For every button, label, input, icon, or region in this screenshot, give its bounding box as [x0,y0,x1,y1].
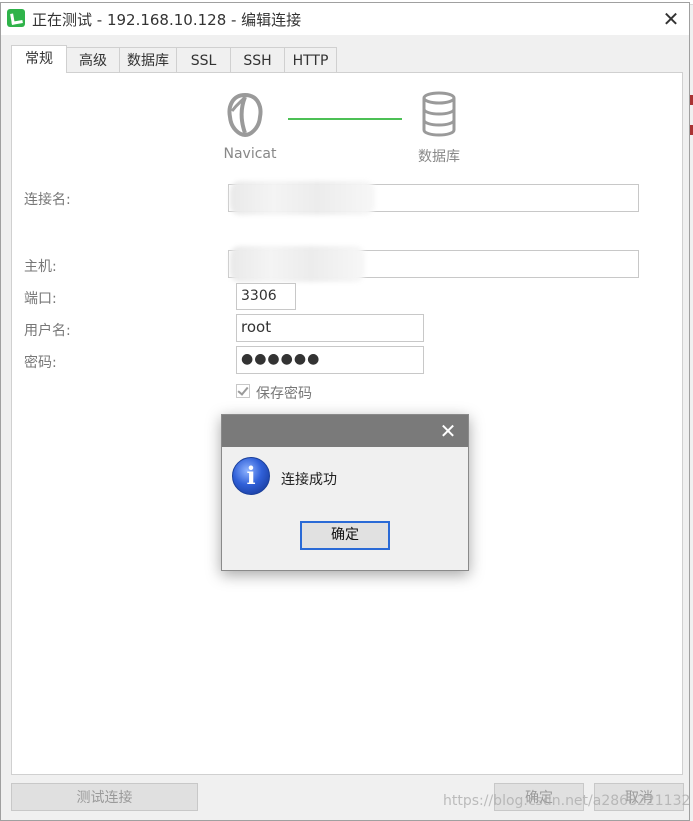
tab-http[interactable]: HTTP [284,47,337,73]
save-password-checkbox[interactable] [236,384,250,398]
navicat-label: Navicat [223,146,277,162]
database-icon [422,91,456,137]
tab-general[interactable]: 常规 [11,45,67,73]
save-password-label: 保存密码 [256,386,312,402]
dialog-ok-button[interactable]: 确定 [300,521,390,550]
connection-name-label: 连接名: [24,192,71,208]
port-label: 端口: [24,291,57,307]
dialog-message: 连接成功 [281,472,337,488]
success-dialog: ✕ i 连接成功 确定 [221,414,469,571]
edit-connection-window: 正在测试 - 192.168.10.128 - 编辑连接 ✕ 常规 高级 数据库… [0,2,690,821]
tab-advanced[interactable]: 高级 [66,47,120,73]
test-connection-button[interactable]: 测试连接 [11,783,198,811]
navicat-app-icon [7,9,25,27]
navicat-logo-icon [227,92,263,138]
tab-ssh[interactable]: SSH [230,47,285,73]
dialog-title-bar[interactable]: ✕ [222,415,468,447]
dialog-close-icon[interactable]: ✕ [436,419,460,443]
redacted-host [230,246,365,282]
watermark: https://blog.csdn.net/a2868221132 [443,793,691,809]
username-label: 用户名: [24,323,71,339]
tab-ssl[interactable]: SSL [176,47,231,73]
info-icon: i [232,457,270,495]
close-icon[interactable]: ✕ [659,7,683,31]
redacted-connection-name [230,181,375,215]
tab-database[interactable]: 数据库 [119,47,177,73]
host-label: 主机: [24,259,57,275]
password-input[interactable]: ●●●●●● [236,346,424,374]
window-title: 正在测试 - 192.168.10.128 - 编辑连接 [32,11,302,29]
password-label: 密码: [24,355,57,371]
port-input[interactable]: 3306 [236,283,296,310]
title-bar[interactable]: 正在测试 - 192.168.10.128 - 编辑连接 ✕ [1,3,689,35]
connection-line [288,118,402,120]
username-input[interactable]: root [236,314,424,342]
database-label: 数据库 [418,149,460,165]
